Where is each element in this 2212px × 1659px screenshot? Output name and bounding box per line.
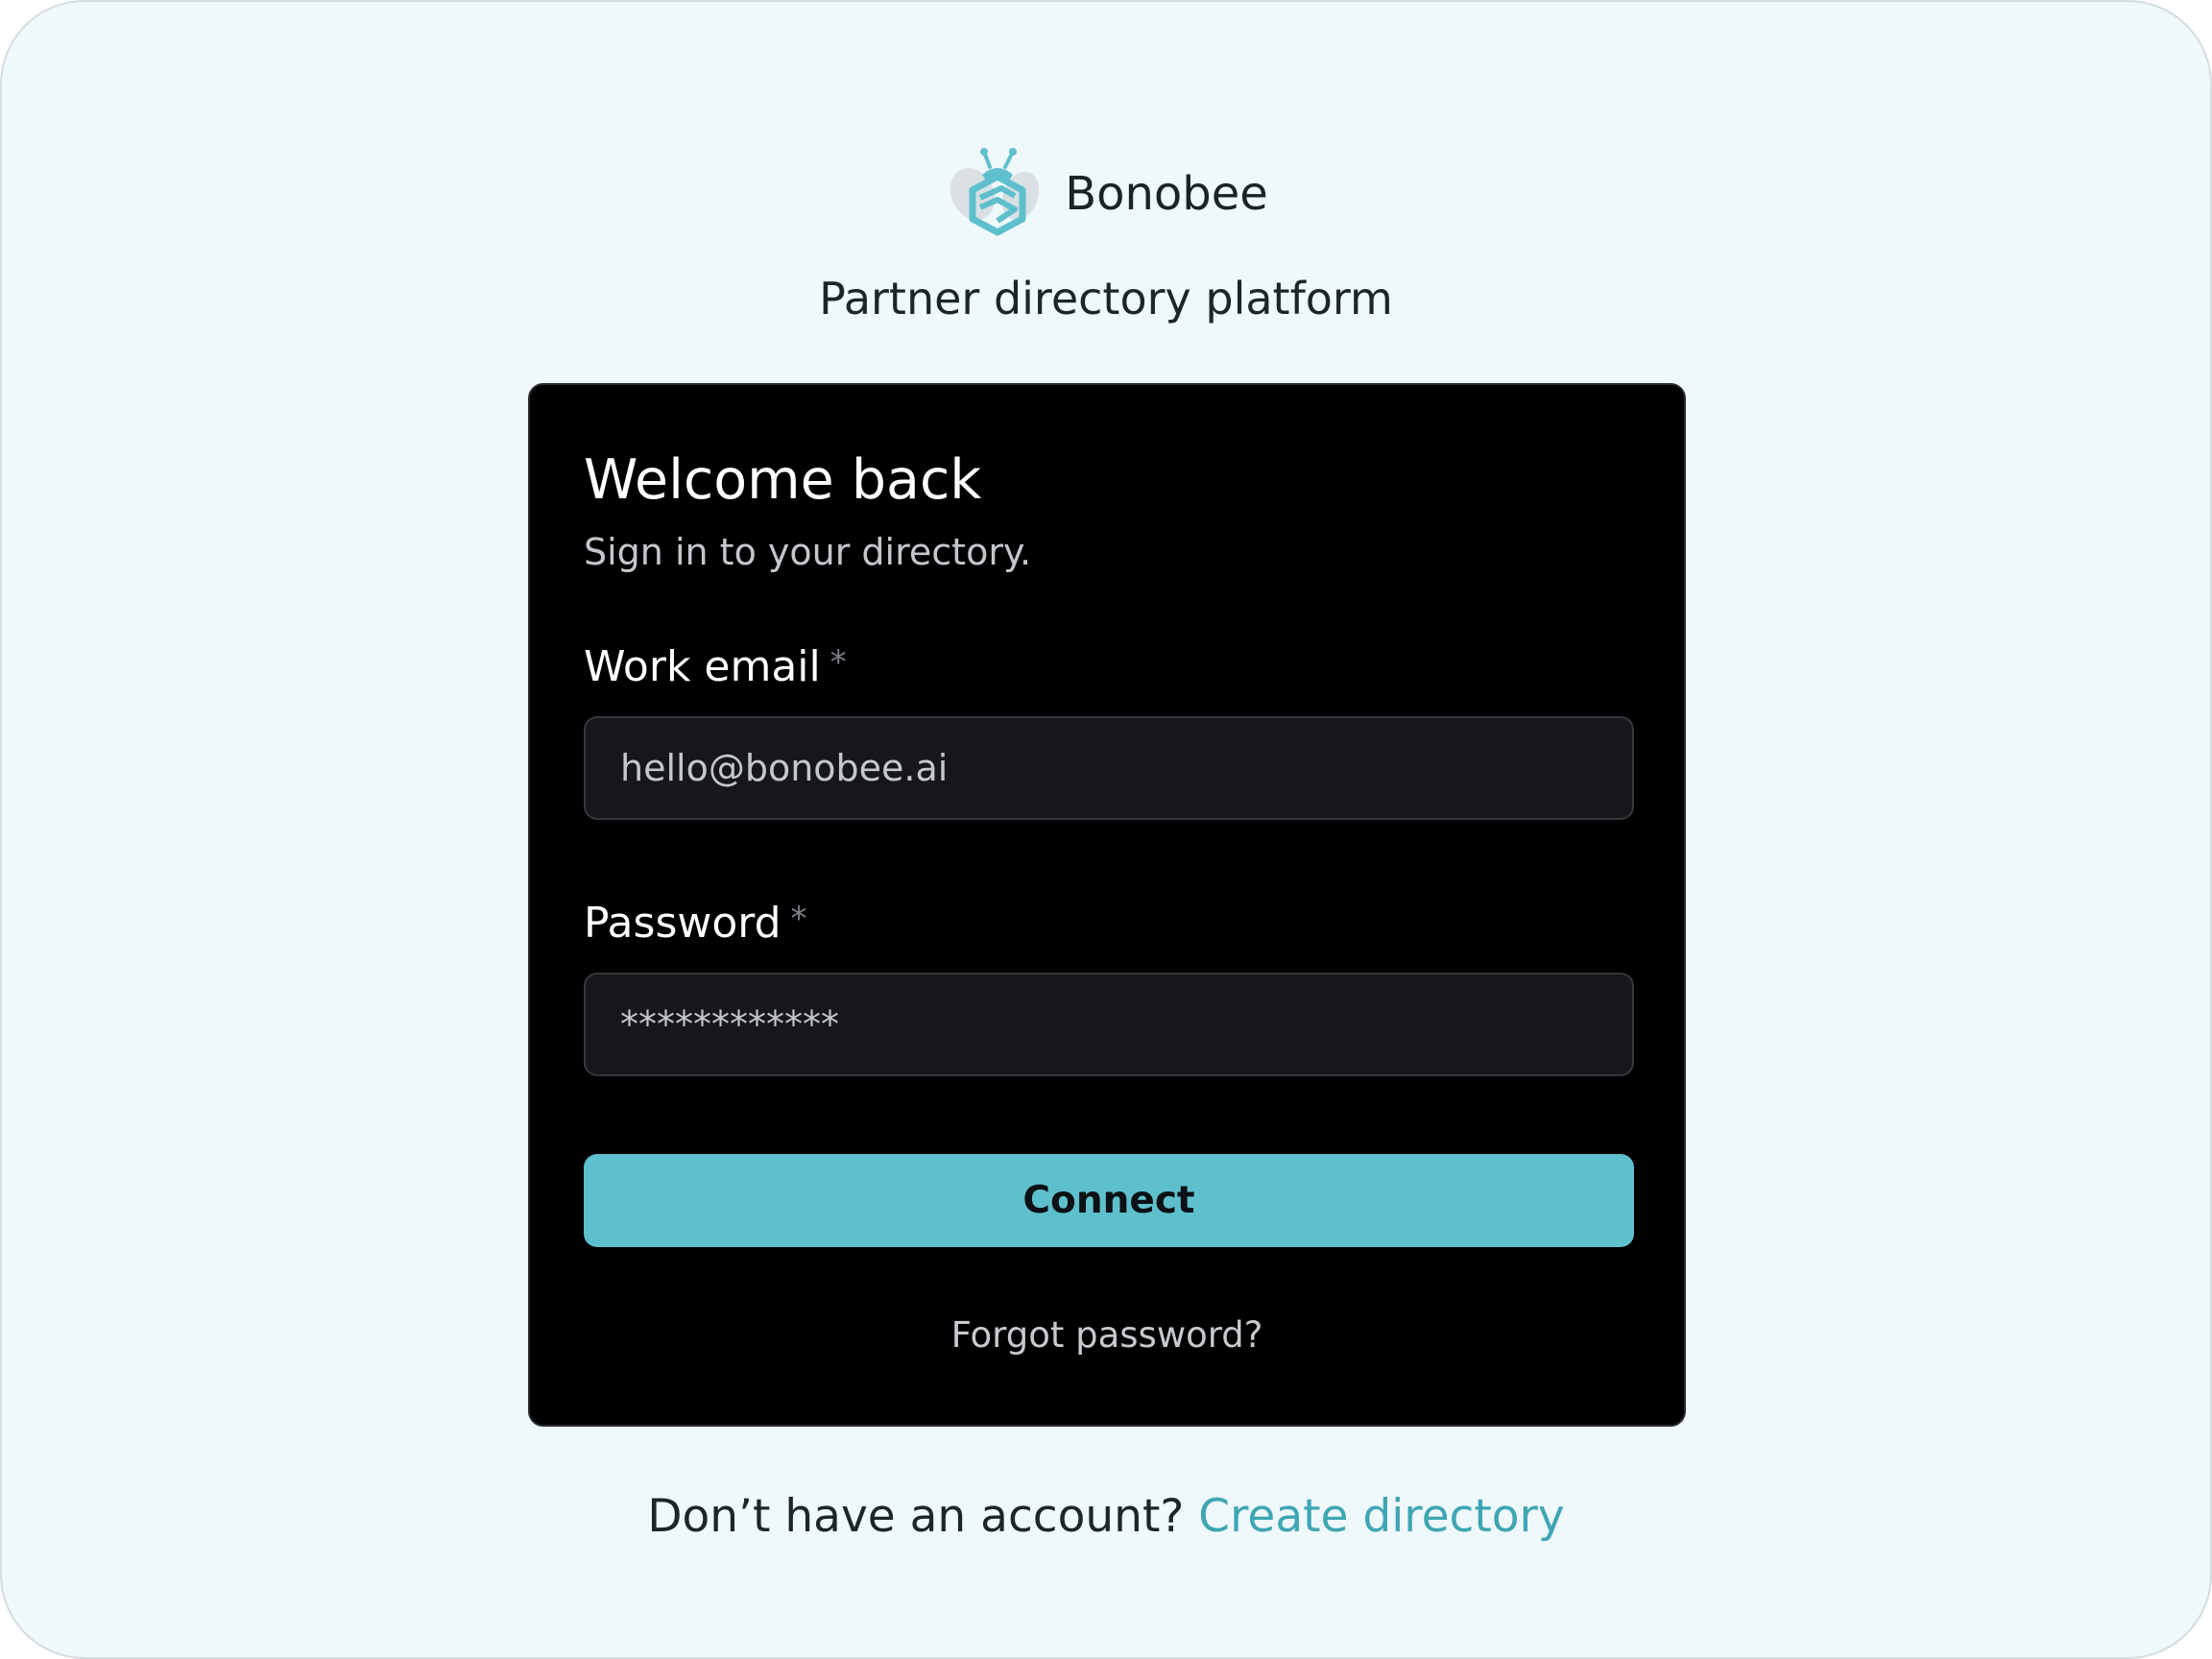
bee-logo-icon: [950, 148, 1040, 236]
card-subtitle: Sign in to your directory.: [584, 531, 1032, 573]
password-field-value: ************: [620, 1003, 839, 1046]
password-field[interactable]: ************: [584, 973, 1634, 1076]
create-directory-link[interactable]: Create directory: [1198, 1490, 1564, 1543]
password-label: Password *: [584, 899, 807, 948]
forgot-password-link[interactable]: Forgot password?: [530, 1314, 1684, 1356]
card-title: Welcome back: [584, 448, 982, 512]
connect-button[interactable]: Connect: [584, 1154, 1634, 1247]
email-label-text: Work email: [584, 642, 821, 691]
signup-prompt: Don’t have an account?: [647, 1490, 1185, 1543]
brand-tagline: Partner directory platform: [819, 273, 1393, 325]
brand-name: Bonobee: [1065, 167, 1268, 221]
email-field[interactable]: hello@bonobee.ai: [584, 716, 1634, 820]
email-field-value: hello@bonobee.ai: [620, 747, 949, 789]
login-card: Welcome back Sign in to your directory. …: [528, 383, 1686, 1427]
email-required-marker: *: [830, 643, 847, 682]
password-label-text: Password: [584, 899, 781, 948]
signup-footer: Don’t have an account? Create directory: [2, 1490, 2210, 1543]
app-window: Bonobee Partner directory platform Welco…: [0, 0, 2212, 1659]
password-required-marker: *: [790, 900, 807, 938]
email-label: Work email *: [584, 642, 847, 691]
brand-header: Bonobee: [2, 146, 2210, 242]
